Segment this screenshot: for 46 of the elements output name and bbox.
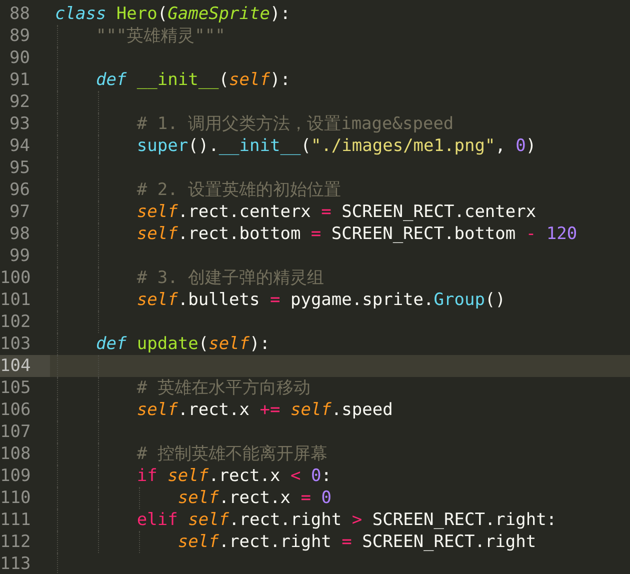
line-number: 103 [0, 334, 31, 354]
line-number: 101 [0, 290, 31, 310]
line-number: 95 [10, 158, 30, 178]
code-line: def __init__(self): [96, 69, 290, 91]
line-number: 92 [10, 92, 30, 112]
code-line: class Hero(GameSprite): [55, 3, 290, 25]
code-line: # 3. 创建子弹的精灵组 [136, 267, 324, 289]
line-number: 111 [0, 510, 31, 530]
code-line: self.bullets = pygame.sprite.Group() [136, 289, 506, 311]
line-number: 108 [0, 444, 31, 464]
line-number: 107 [0, 422, 31, 442]
line-number: 105 [0, 378, 31, 398]
code-line: self.rect.x = 0 [178, 487, 332, 509]
code-line: self.rect.centerx = SCREEN_RECT.centerx [136, 201, 536, 223]
line-number: 113 [0, 554, 31, 574]
line-number: 96 [10, 180, 30, 200]
line-number: 102 [0, 312, 31, 332]
line-number: 100 [0, 268, 31, 288]
line-number: 94 [10, 136, 30, 156]
line-number: 106 [0, 400, 31, 420]
code-line: self.rect.bottom = SCREEN_RECT.bottom - 120 [136, 223, 578, 245]
line-number: 109 [0, 466, 31, 486]
line-number: 112 [0, 532, 31, 552]
code-line: if self.rect.x < 0: [136, 465, 332, 487]
code-line: self.rect.right = SCREEN_RECT.right [178, 531, 536, 553]
line-number: 88 [10, 4, 30, 24]
line-number: 89 [10, 26, 30, 46]
line-number: 110 [0, 488, 31, 508]
indent-guide [138, 487, 140, 509]
line-number: 93 [10, 114, 30, 134]
code-line: elif self.rect.right > SCREEN_RECT.right: [136, 509, 557, 531]
code-line: super().__init__("./images/me1.png", 0) [136, 135, 536, 157]
line-number: 99 [10, 246, 30, 266]
code-line: # 1. 调用父类方法，设置image&speed [136, 113, 454, 135]
line-number: 90 [10, 48, 30, 68]
indent-guide [138, 531, 140, 553]
code-line: self.rect.x += self.speed [136, 399, 393, 421]
code-line: def update(self): [96, 333, 270, 355]
code-line: # 2. 设置英雄的初始位置 [136, 179, 342, 201]
line-number: 97 [10, 202, 30, 222]
line-number: 98 [10, 224, 30, 244]
code-line: """英雄精灵""" [96, 25, 226, 47]
code-line: # 控制英雄不能离开屏幕 [136, 443, 328, 465]
code-line: # 英雄在水平方向移动 [136, 377, 310, 399]
line-number: 91 [10, 70, 30, 90]
line-number: 104 [0, 356, 31, 376]
